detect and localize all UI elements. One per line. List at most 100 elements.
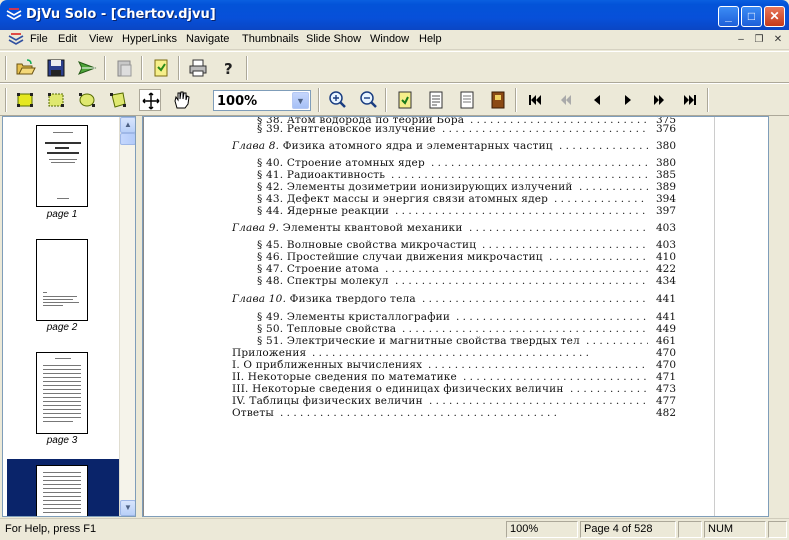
- maximize-button[interactable]: □: [741, 6, 762, 27]
- toc-dot-leader: . . . . . . . . . . . . . . . . . . . . …: [395, 205, 648, 217]
- status-num: NUM: [704, 521, 766, 538]
- document-icon[interactable]: [8, 33, 24, 47]
- toc-dot-leader: . . . . . . . . . . . . . . . . . . . . …: [559, 140, 648, 152]
- toc-entry[interactable]: § 45. Волновые свойства микрочастиц: [257, 239, 476, 251]
- menu-window[interactable]: Window: [370, 33, 409, 45]
- toc-entry[interactable]: Глава 8. Физика атомного ядра и элемента…: [232, 140, 553, 152]
- menu-navigate[interactable]: Navigate: [186, 33, 229, 45]
- select-irregular-icon[interactable]: [107, 89, 129, 111]
- toc-entry[interactable]: II. Некоторые сведения по математике: [232, 371, 457, 383]
- toc-page-number: 403: [656, 239, 677, 251]
- toc-dot-leader: . . . . . . . . . . . . . . . . . . . . …: [431, 157, 648, 169]
- help-icon[interactable]: ?: [218, 57, 240, 79]
- send-icon[interactable]: [76, 57, 98, 79]
- last-page-icon[interactable]: [679, 89, 701, 111]
- toc-dot-leader: . . . . . . . . . . . . . . . . . . . . …: [549, 251, 648, 263]
- toc-entry-title: Ответы: [232, 407, 274, 419]
- page-doc-icon[interactable]: [456, 89, 478, 111]
- thumbnail-page-2[interactable]: [36, 239, 88, 321]
- hand-icon[interactable]: [170, 89, 192, 111]
- toc-dot-leader: . . . . . . . . . . . . . . . . . . . . …: [391, 169, 648, 181]
- djvu-app-icon: [6, 8, 22, 20]
- toc-entry[interactable]: § 48. Спектры молекул: [257, 275, 389, 287]
- thumbnail-page-3[interactable]: [36, 352, 88, 434]
- page-info-icon[interactable]: [487, 89, 509, 111]
- save-icon[interactable]: [45, 57, 67, 79]
- toc-entry[interactable]: § 42. Элементы дозиметрии ионизирующих и…: [257, 181, 573, 193]
- paste-icon[interactable]: [113, 57, 135, 79]
- close-button[interactable]: ✕: [764, 6, 785, 27]
- first-page-icon[interactable]: [524, 89, 546, 111]
- toc-entry[interactable]: Ответы: [232, 407, 274, 419]
- zoom-combobox[interactable]: 100% ▼: [213, 90, 311, 111]
- status-page: Page 4 of 528: [580, 521, 676, 538]
- toc-entry-title: I. О приближенных вычислениях: [232, 359, 423, 371]
- toc-entry[interactable]: § 46. Простейшие случаи движения микроча…: [257, 251, 543, 263]
- print-icon[interactable]: [187, 57, 209, 79]
- pan-icon[interactable]: [139, 89, 161, 111]
- toc-page-number: 376: [656, 123, 677, 135]
- scrollbar-thumb[interactable]: [120, 133, 135, 145]
- page-text-icon[interactable]: [425, 89, 447, 111]
- thumbnail-scrollbar[interactable]: ▲ ▼: [119, 117, 135, 516]
- toc-entry[interactable]: Приложения: [232, 347, 306, 359]
- zoom-out-icon[interactable]: [357, 89, 379, 111]
- toc-page-number: 473: [656, 383, 677, 395]
- menu-help[interactable]: Help: [419, 33, 442, 45]
- select-area-icon[interactable]: [45, 89, 67, 111]
- menu-edit[interactable]: Edit: [58, 33, 77, 45]
- toc-entry[interactable]: § 44. Ядерные реакции: [257, 205, 389, 217]
- scroll-down-icon[interactable]: ▼: [120, 500, 135, 516]
- menu-file[interactable]: File: [30, 33, 48, 45]
- export-icon[interactable]: [150, 57, 172, 79]
- toc-page-number: 403: [656, 222, 677, 234]
- menu-hyperlinks[interactable]: HyperLinks: [122, 33, 177, 45]
- select-rect-icon[interactable]: [14, 89, 36, 111]
- mdi-restore-icon[interactable]: ❐: [752, 33, 766, 46]
- document-view[interactable]: § 38. Атом водорода по теории Бора . . .…: [142, 116, 769, 517]
- toc-page-number: 441: [656, 293, 677, 305]
- toc-page-number: 441: [656, 311, 677, 323]
- toc-dot-leader: . . . . . . . . . . . . . . . . . . . . …: [456, 311, 648, 323]
- toc-entry[interactable]: § 51. Электрические и магнитные свойства…: [257, 335, 580, 347]
- toc-entry[interactable]: Глава 10. Физика твердого тела: [232, 293, 416, 305]
- toc-page-number: 394: [656, 193, 677, 205]
- toc-entry[interactable]: § 49. Элементы кристаллографии: [257, 311, 450, 323]
- toc-entry[interactable]: § 41. Радиоактивность: [257, 169, 385, 181]
- page-view-icon[interactable]: [394, 89, 416, 111]
- toc-entry[interactable]: I. О приближенных вычислениях: [232, 359, 422, 371]
- toc-entry[interactable]: § 39. Рентгеновское излучение: [257, 123, 436, 135]
- toc-entry-title: § 43. Дефект массы и энергия связи атомн…: [257, 193, 549, 205]
- toc-entry[interactable]: § 40. Строение атомных ядер: [257, 157, 425, 169]
- menu-thumbnails[interactable]: Thumbnails: [242, 33, 299, 45]
- thumbnail-pane[interactable]: page 1 page 2 page 3 ▲ ▼: [2, 116, 136, 517]
- select-circle-icon[interactable]: [76, 89, 98, 111]
- toc-entry[interactable]: § 43. Дефект массы и энергия связи атомн…: [257, 193, 548, 205]
- thumbnail-page-4[interactable]: [36, 465, 88, 516]
- view-toolbar: 100% ▼: [0, 83, 789, 116]
- toc-entry-title: § 51. Электрические и магнитные свойства…: [257, 335, 580, 347]
- toc-entry[interactable]: IV. Таблицы физических величин: [232, 395, 423, 407]
- toc-entry[interactable]: § 50. Тепловые свойства: [257, 323, 396, 335]
- chevron-down-icon[interactable]: ▼: [292, 92, 309, 109]
- toc-entry[interactable]: § 47. Строение атома: [257, 263, 379, 275]
- next-section-icon[interactable]: [648, 89, 670, 111]
- prev-page-icon[interactable]: [586, 89, 608, 111]
- zoom-in-icon[interactable]: [326, 89, 348, 111]
- document-scrollbar[interactable]: ▲ ▼: [768, 117, 769, 516]
- thumbnail-page-1[interactable]: [36, 125, 88, 207]
- maximize-icon: □: [747, 9, 756, 23]
- toc-entry[interactable]: Глава 9. Элементы квантовой механики: [232, 222, 463, 234]
- scroll-up-icon[interactable]: ▲: [120, 117, 135, 133]
- minimize-button[interactable]: _: [718, 6, 739, 27]
- toc-chapter-label: Глава 8.: [232, 140, 283, 152]
- next-page-icon[interactable]: [617, 89, 639, 111]
- open-icon[interactable]: [14, 57, 36, 79]
- mdi-minimize-icon[interactable]: –: [734, 33, 748, 46]
- mdi-close-icon[interactable]: ✕: [771, 33, 785, 46]
- menu-view[interactable]: View: [89, 33, 113, 45]
- toc-entry[interactable]: III. Некоторые сведения о единицах физич…: [232, 383, 564, 395]
- menu-slide-show[interactable]: Slide Show: [306, 33, 361, 45]
- svg-text:?: ?: [224, 60, 233, 78]
- prev-section-icon[interactable]: [555, 89, 577, 111]
